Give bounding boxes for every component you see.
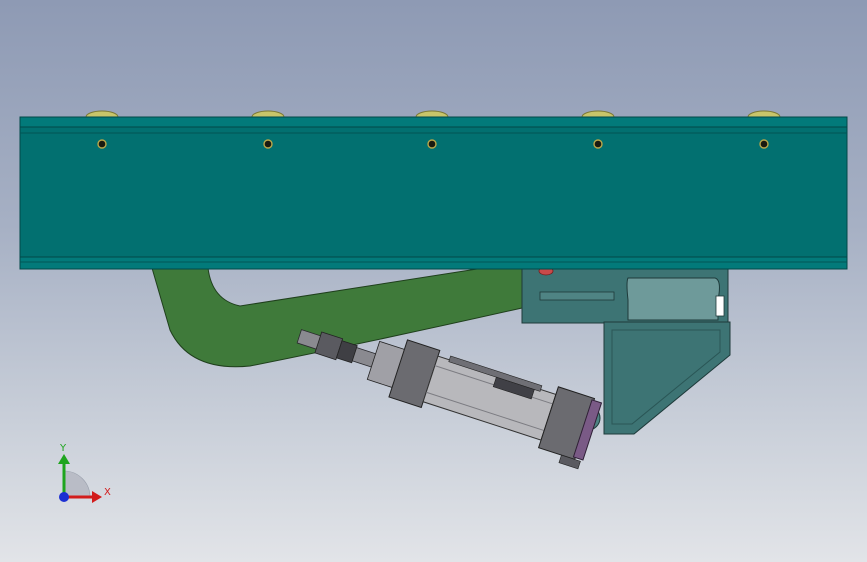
- y-axis-label: Y: [60, 443, 67, 454]
- bracket-lower-plate: [603, 321, 731, 435]
- beam-top-flange: [19, 116, 848, 128]
- beam-bottom-flange: [19, 256, 848, 270]
- bolt-hole: [427, 139, 437, 149]
- coordinate-triad[interactable]: [58, 454, 102, 503]
- bolt-hole: [759, 139, 769, 149]
- z-axis-dot: [59, 492, 69, 502]
- x-axis-label: X: [104, 487, 111, 498]
- assembly-model[interactable]: [0, 0, 867, 562]
- bolt-hole: [263, 139, 273, 149]
- bolt-hole: [593, 139, 603, 149]
- bolt-hole: [97, 139, 107, 149]
- bracket-slot: [626, 277, 720, 321]
- cad-viewport[interactable]: X Y: [0, 0, 867, 562]
- triad-arc: [63, 470, 91, 498]
- y-axis-arrow: [58, 454, 70, 464]
- x-axis-arrow: [92, 491, 102, 503]
